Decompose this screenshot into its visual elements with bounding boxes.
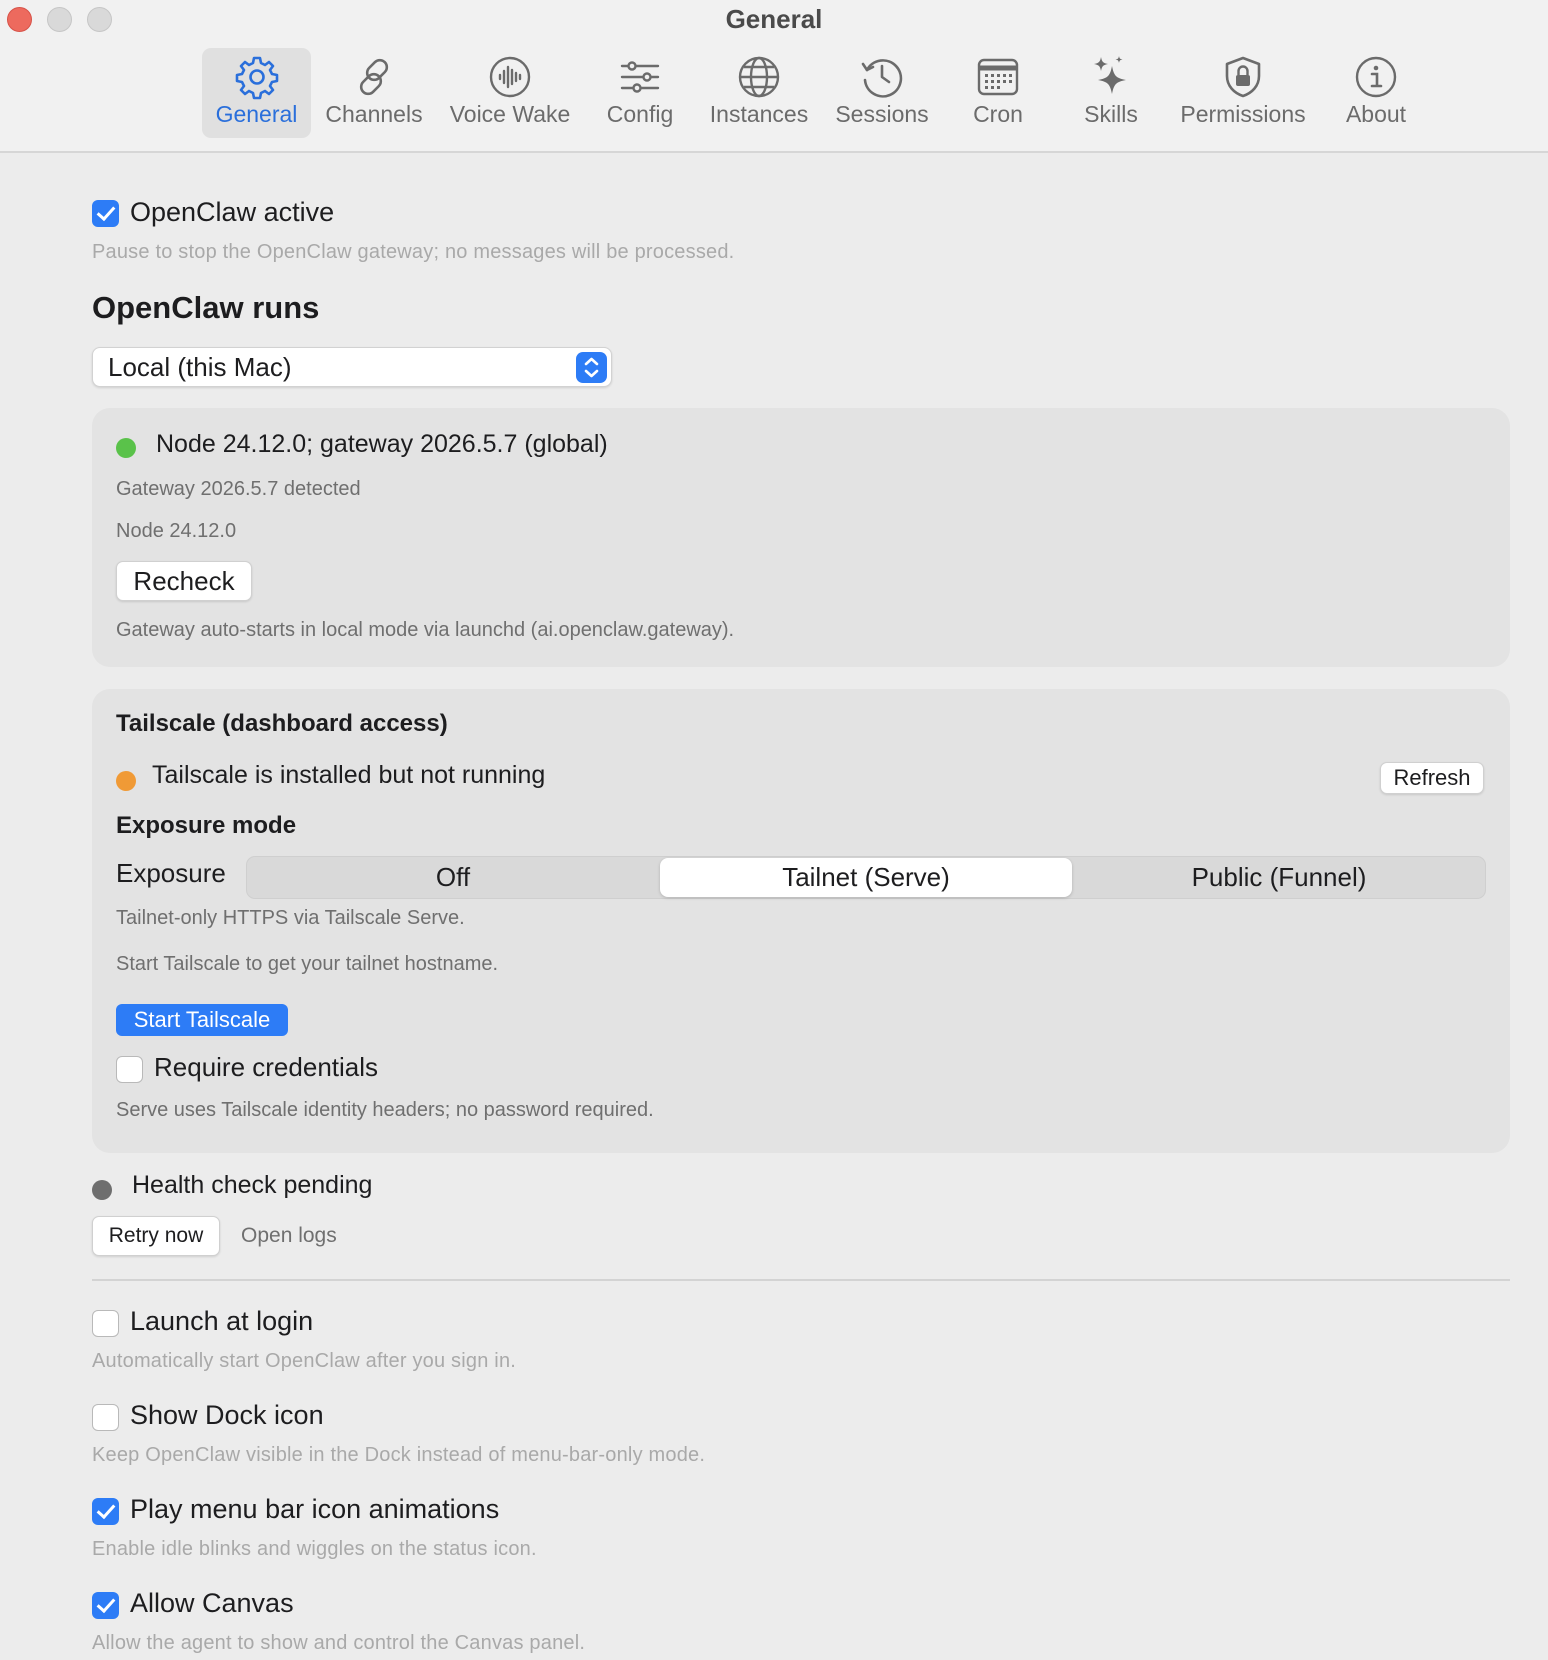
retry-now-button[interactable]: Retry now xyxy=(92,1216,220,1256)
history-clock-icon xyxy=(861,59,903,98)
tab-sessions[interactable]: Sessions xyxy=(826,48,938,138)
status-dot xyxy=(116,438,136,458)
credentials-note: Serve uses Tailscale identity headers; n… xyxy=(116,1099,654,1121)
tab-label: General xyxy=(215,101,298,127)
info-icon xyxy=(1355,56,1397,98)
tab-about[interactable]: About xyxy=(1328,48,1424,138)
gateway-autostart-note: Gateway auto-starts in local mode via la… xyxy=(116,619,735,641)
tailscale-heading: Tailscale (dashboard access) xyxy=(116,710,448,737)
tailscale-panel: Tailscale (dashboard access) Tailscale i… xyxy=(92,689,1510,1153)
menu-bar-animations-hint: Enable idle blinks and wiggles on the st… xyxy=(92,1538,537,1560)
health-status-text: Health check pending xyxy=(132,1171,373,1199)
start-tailscale-button[interactable]: Start Tailscale xyxy=(116,1004,288,1036)
tab-label: Instances xyxy=(709,101,809,127)
tab-instances[interactable]: Instances xyxy=(702,48,816,138)
window-title: General xyxy=(725,4,823,34)
waveform-icon xyxy=(489,56,531,98)
tab-config[interactable]: Config xyxy=(590,48,690,138)
exposure-note: Tailnet-only HTTPS via Tailscale Serve. xyxy=(116,907,465,929)
openclaw-runs-select[interactable]: Local (this Mac) xyxy=(92,347,612,387)
tab-general[interactable]: General xyxy=(202,48,311,138)
exposure-option-public-funnel[interactable]: Public (Funnel) xyxy=(1073,857,1485,898)
allow-canvas-hint: Allow the agent to show and control the … xyxy=(92,1632,586,1654)
gateway-status-text: Node 24.12.0; gateway 2026.5.7 (global) xyxy=(156,430,608,458)
hostname-note: Start Tailscale to get your tailnet host… xyxy=(116,953,499,975)
tab-cron[interactable]: Cron xyxy=(950,48,1046,138)
tailscale-status-text: Tailscale is installed but not running xyxy=(152,761,546,789)
tab-label: Channels xyxy=(325,101,423,127)
select-value: Local (this Mac) xyxy=(108,352,292,382)
open-logs-link[interactable]: Open logs xyxy=(241,1224,337,1248)
launch-at-login-checkbox[interactable] xyxy=(92,1310,119,1337)
link-icon xyxy=(359,58,389,96)
recheck-button[interactable]: Recheck xyxy=(116,561,252,601)
tab-label: Cron xyxy=(973,101,1023,127)
status-dot xyxy=(92,1180,112,1200)
openclaw-active-checkbox[interactable] xyxy=(92,200,119,227)
tab-label: Permissions xyxy=(1180,101,1306,127)
openclaw-active-hint: Pause to stop the OpenClaw gateway; no m… xyxy=(92,241,735,263)
require-credentials-label[interactable]: Require credentials xyxy=(154,1052,378,1083)
openclaw-active-label[interactable]: OpenClaw active xyxy=(130,197,334,228)
allow-canvas-checkbox[interactable] xyxy=(92,1592,119,1619)
section-divider xyxy=(92,1279,1510,1281)
status-dot xyxy=(116,771,136,791)
exposure-mode-heading: Exposure mode xyxy=(116,812,297,839)
show-dock-icon-checkbox[interactable] xyxy=(92,1404,119,1431)
require-credentials-checkbox[interactable] xyxy=(116,1056,143,1083)
tab-label: Sessions xyxy=(835,101,929,127)
exposure-segmented-control: Off Tailnet (Serve) Public (Funnel) xyxy=(246,856,1486,899)
gateway-status-panel: Node 24.12.0; gateway 2026.5.7 (global) … xyxy=(92,408,1510,667)
lock-shield-icon xyxy=(1225,56,1261,98)
exposure-option-tailnet-serve[interactable]: Tailnet (Serve) xyxy=(660,858,1072,897)
sliders-icon xyxy=(620,61,660,93)
calendar-icon xyxy=(977,58,1019,96)
tailscale-refresh-button[interactable]: Refresh xyxy=(1380,762,1484,794)
sparkles-icon xyxy=(1094,56,1126,94)
tab-skills[interactable]: Skills xyxy=(1064,48,1158,138)
tab-channels[interactable]: Channels xyxy=(318,48,430,138)
launch-at-login-hint: Automatically start OpenClaw after you s… xyxy=(92,1350,517,1372)
window-toolbar: General General Channels Voice Wake Conf… xyxy=(0,0,1548,153)
tab-voice-wake[interactable]: Voice Wake xyxy=(443,48,577,138)
chevron-up-down-icon xyxy=(576,352,607,383)
tab-label: Voice Wake xyxy=(449,101,571,127)
openclaw-runs-heading: OpenClaw runs xyxy=(92,290,320,325)
tab-label: Config xyxy=(606,101,674,127)
globe-icon xyxy=(738,56,780,98)
tab-label: About xyxy=(1345,101,1407,127)
node-version-text: Node 24.12.0 xyxy=(116,520,237,542)
launch-at-login-label[interactable]: Launch at login xyxy=(130,1306,313,1337)
exposure-label: Exposure xyxy=(116,858,226,888)
show-dock-icon-hint: Keep OpenClaw visible in the Dock instea… xyxy=(92,1444,706,1466)
tab-permissions[interactable]: Permissions xyxy=(1174,48,1312,138)
show-dock-icon-label[interactable]: Show Dock icon xyxy=(130,1400,324,1431)
exposure-option-off[interactable]: Off xyxy=(247,857,659,898)
allow-canvas-label[interactable]: Allow Canvas xyxy=(130,1588,294,1619)
menu-bar-animations-label[interactable]: Play menu bar icon animations xyxy=(130,1494,499,1525)
gear-icon xyxy=(235,56,278,100)
tab-label: Skills xyxy=(1084,101,1138,127)
gateway-detected-text: Gateway 2026.5.7 detected xyxy=(116,478,361,500)
menu-bar-animations-checkbox[interactable] xyxy=(92,1498,119,1525)
